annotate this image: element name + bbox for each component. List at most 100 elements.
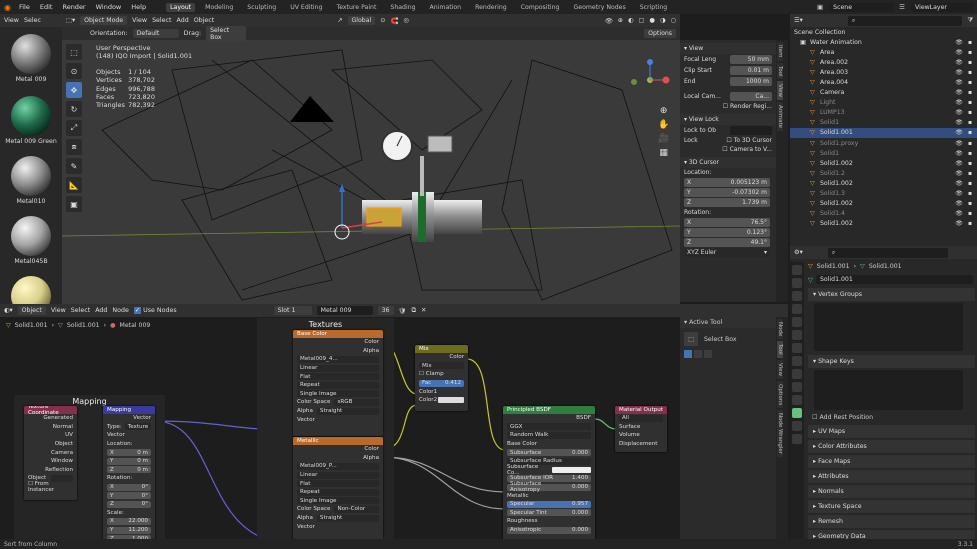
proportional-icon[interactable]: ◎	[403, 17, 409, 24]
render-camera-icon[interactable]: ▪	[966, 89, 974, 96]
properties-panel[interactable]: ▸ Texture Space	[808, 500, 975, 513]
node-mapping[interactable]: Mapping Vector Type: Texture Vector Locat…	[103, 406, 155, 549]
select-mode-subtract-icon[interactable]	[704, 350, 712, 358]
location-z-field[interactable]: Z0 m	[107, 466, 151, 474]
blender-logo-icon[interactable]: ◉	[4, 3, 11, 12]
outliner-row[interactable]: ▽ Solid1.001 👁 ▪	[790, 127, 977, 139]
render-camera-icon[interactable]: ▪	[966, 160, 974, 167]
asset-item-yellow[interactable]	[2, 276, 60, 304]
outliner-row[interactable]: ▣ Water Animation 👁 ▪	[790, 37, 977, 47]
view-layer-selector[interactable]: ViewLayer	[911, 2, 973, 12]
output-tab-icon[interactable]	[792, 291, 802, 301]
render-camera-icon[interactable]: ▪	[966, 69, 974, 76]
transform-selector[interactable]: Global	[347, 16, 376, 25]
add-rest-position-checkbox[interactable]: ☐ Add Rest Position	[812, 414, 977, 421]
object-tab-icon[interactable]	[792, 343, 802, 353]
outliner-row[interactable]: ▽ Area.003 👁 ▪	[790, 67, 977, 77]
menu-render[interactable]: Render	[60, 3, 87, 11]
camera-view-icon[interactable]: 🎥	[658, 132, 669, 146]
subsurface-field[interactable]: Subsurface 0.000	[507, 449, 591, 457]
clip-start-field[interactable]: 0.01 m	[730, 66, 772, 75]
properties-type-icon[interactable]: ⚙▾	[794, 249, 803, 256]
select-mode-extend-icon[interactable]	[694, 350, 702, 358]
local-camera-field[interactable]: Ca...	[730, 92, 772, 101]
modifier-tab-icon[interactable]	[792, 356, 802, 366]
node-material-output[interactable]: Material Output All Surface Volume Displ…	[615, 406, 667, 452]
menu-window[interactable]: Window	[94, 3, 124, 11]
outliner-row[interactable]: ▽ Area.004 👁 ▪	[790, 77, 977, 87]
output-target-selector[interactable]: All	[619, 414, 663, 422]
outliner-row[interactable]: ▽ Area 👁 ▪	[790, 47, 977, 57]
tool-tab-icon[interactable]	[792, 265, 802, 275]
outliner-row[interactable]: ▽ Area.002 👁 ▪	[790, 57, 977, 67]
light-object[interactable]	[290, 96, 334, 122]
node-mix[interactable]: Mix Color Mix ☐ Clamp Fac 0.412 Color1 Co…	[415, 345, 468, 411]
workspace-tab-texture-paint[interactable]: Texture Paint	[332, 3, 380, 12]
asset-view-menu[interactable]: View	[4, 17, 19, 24]
constraints-tab-icon[interactable]	[792, 395, 802, 405]
properties-panel[interactable]: ▸ Remesh	[808, 515, 975, 528]
subsurface-anisotropy-field[interactable]: Subsurface Anisotropy 0.000	[507, 481, 591, 493]
pan-hand-icon[interactable]: ✋	[658, 118, 669, 132]
image-selector[interactable]: Metal009_P...	[297, 462, 379, 470]
properties-panel[interactable]: ▸ Face Maps	[808, 455, 975, 468]
outliner-type-icon[interactable]: ☰▾	[794, 17, 803, 24]
visibility-eye-icon[interactable]: 👁	[955, 49, 963, 56]
scene-tab-icon[interactable]	[792, 317, 802, 327]
tab-options[interactable]: Options	[777, 381, 783, 409]
active-tool-panel-header[interactable]: ▾ Active Tool	[680, 317, 776, 328]
gizmo-icon[interactable]: ⊕	[618, 17, 623, 24]
3d-cursor-section-header[interactable]: ▾ 3D Cursor	[680, 157, 776, 168]
properties-panel[interactable]: ▸ Color Attributes	[808, 440, 975, 453]
render-camera-icon[interactable]: ▪	[966, 170, 974, 177]
valve-box[interactable]	[427, 135, 453, 153]
node-image-texture-base-color[interactable]: Base Color Color Alpha Metal009_4... Lin…	[293, 330, 383, 436]
material-tab-icon[interactable]	[792, 421, 802, 431]
extension-selector[interactable]: Repeat	[297, 488, 379, 496]
outliner-row[interactable]: ▽ Solid1.proxy 👁 ▪	[790, 138, 977, 148]
outliner-row[interactable]: ▽ Solid1.002 👁 ▪	[790, 199, 977, 209]
visibility-eye-icon[interactable]: 👁	[955, 200, 963, 207]
visibility-eye-icon[interactable]: 👁	[955, 210, 963, 217]
properties-panel[interactable]: ▸ Attributes	[808, 470, 975, 483]
from-instancer-checkbox[interactable]: ☐ From Instancer	[28, 481, 73, 493]
fac-field[interactable]: Fac 0.412	[419, 379, 464, 387]
shape-keys-list[interactable]	[814, 370, 963, 410]
visibility-eye-icon[interactable]: 👁	[955, 140, 963, 147]
vertex-groups-list[interactable]	[814, 303, 963, 351]
color-space-selector[interactable]: Non-Color	[334, 505, 379, 513]
visibility-eye-icon[interactable]: 👁	[955, 109, 963, 116]
visibility-eye-icon[interactable]: 👁	[955, 79, 963, 86]
visibility-eye-icon[interactable]: 👁	[955, 180, 963, 187]
workspace-tab-compositing[interactable]: Compositing	[517, 3, 564, 12]
cursor-rotation-z[interactable]: Z 49.1°	[684, 238, 770, 247]
interpolation-selector[interactable]: Linear	[297, 471, 379, 479]
distribution-selector[interactable]: GGX	[507, 423, 591, 431]
tab-node[interactable]: Node	[777, 319, 783, 340]
clip-end-field[interactable]: 1000 m	[730, 77, 772, 86]
snap-icon[interactable]: 🧲	[391, 17, 399, 25]
mix-mode-selector[interactable]: Mix	[419, 362, 464, 370]
render-tab-icon[interactable]	[792, 278, 802, 288]
vp-menu-view[interactable]: View	[132, 17, 147, 24]
render-camera-icon[interactable]: ▪	[966, 210, 974, 217]
render-camera-icon[interactable]: ▪	[966, 140, 974, 147]
outliner-row[interactable]: ▽ Light 👁 ▪	[790, 98, 977, 108]
tab-item[interactable]: Item	[777, 42, 783, 61]
shading-rendered-icon[interactable]: ○	[671, 17, 677, 24]
specular-field[interactable]: Specular 0.957	[507, 500, 591, 508]
subsurface-method-selector[interactable]: Random Walk	[507, 431, 591, 439]
mode-selector[interactable]: Object Mode	[80, 16, 128, 25]
shape-keys-panel[interactable]: ▾ Shape Keys	[808, 355, 975, 368]
shader-node-editor[interactable]: ◐▾ Object View Select Add Node ✓ Use Nod…	[0, 304, 788, 549]
outliner-row[interactable]: ▽ Camera 👁 ▪	[790, 88, 977, 98]
asset-select-menu[interactable]: Selec	[24, 17, 41, 24]
render-camera-icon[interactable]: ▪	[966, 59, 974, 66]
image-selector[interactable]: Metal009_4...	[297, 355, 379, 363]
view-lock-section-header[interactable]: ▾ View Lock	[680, 114, 776, 125]
tab-tool[interactable]: Tool	[777, 341, 783, 359]
alpha-mode-selector[interactable]: Straight	[316, 514, 379, 522]
render-camera-icon[interactable]: ▪	[966, 220, 974, 227]
select-mode-new-icon[interactable]	[684, 350, 692, 358]
options-button[interactable]: Options	[644, 29, 676, 38]
